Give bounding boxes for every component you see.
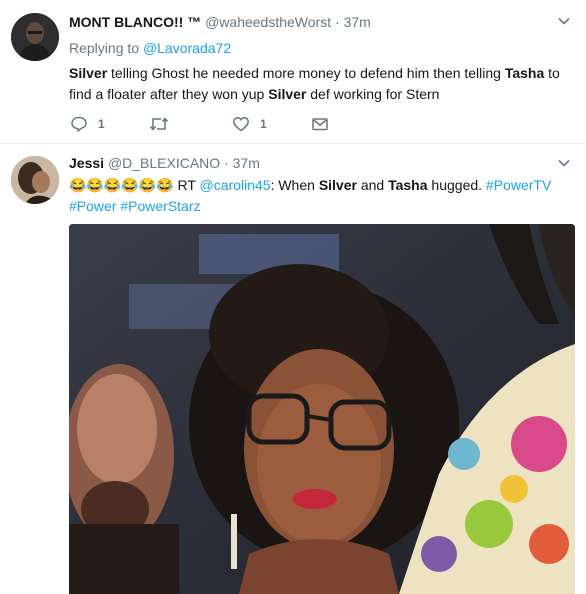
replying-label: Replying to (69, 40, 140, 56)
reply-icon (71, 116, 87, 132)
keyword-highlight: Silver (69, 65, 108, 81)
tweet-text: 😂😂😂😂😂😂 RT @carolin45: When Silver and Ta… (69, 175, 569, 217)
reply-button[interactable]: 1 (70, 114, 105, 134)
replying-mention[interactable]: @Lavorada72 (143, 40, 231, 56)
hashtag-link[interactable]: #PowerTV (486, 177, 551, 193)
user-handle[interactable]: @D_BLEXICANO (108, 155, 220, 171)
hashtag-link[interactable]: #PowerStarz (120, 198, 200, 214)
retweet-icon (149, 117, 169, 131)
text-segment: RT (173, 177, 200, 193)
display-name[interactable]: Jessi (69, 155, 104, 171)
separator-dot: · (335, 14, 340, 30)
chevron-down-icon[interactable] (557, 156, 571, 170)
tweet-text: Silver telling Ghost he needed more mone… (69, 63, 569, 105)
keyword-highlight: Tasha (504, 65, 545, 81)
tweet[interactable]: MONT BLANCO!! ™ @waheedstheWorst · 37m R… (0, 0, 586, 144)
user-handle[interactable]: @waheedstheWorst (205, 14, 331, 30)
envelope-icon (312, 118, 328, 131)
media-image (69, 224, 575, 594)
tweet[interactable]: Jessi @D_BLEXICANO · 37m 😂😂😂😂😂😂 RT @caro… (0, 144, 586, 594)
tweet-media-gif[interactable] (69, 224, 575, 594)
avatar[interactable] (11, 156, 59, 204)
replying-to: Replying to @Lavorada72 (69, 40, 231, 56)
reply-count: 1 (98, 117, 105, 131)
like-button[interactable]: 1 (232, 114, 267, 134)
avatar[interactable] (11, 13, 59, 61)
timestamp[interactable]: 37m (233, 155, 260, 171)
tweet-header: Jessi @D_BLEXICANO · 37m (69, 154, 562, 172)
display-name[interactable]: MONT BLANCO!! ™ (69, 14, 201, 30)
timestamp[interactable]: 37m (344, 14, 371, 30)
tweet-header: MONT BLANCO!! ™ @waheedstheWorst · 37m (69, 13, 562, 31)
keyword-highlight: Tasha (388, 177, 428, 193)
text-segment: : When (270, 177, 319, 193)
laughing-emoji-icons: 😂😂😂😂😂😂 (69, 177, 174, 193)
text-segment: telling Ghost he needed more money to de… (107, 65, 505, 81)
heart-icon (233, 117, 249, 132)
chevron-down-icon[interactable] (557, 14, 571, 28)
direct-message-button[interactable] (311, 114, 329, 134)
avatar-image (11, 13, 59, 61)
text-segment: hugged. (427, 177, 486, 193)
text-segment: and (356, 177, 389, 193)
mention-link[interactable]: @carolin45 (200, 177, 271, 193)
separator-dot: · (224, 155, 229, 171)
hashtag-link[interactable]: #Power (69, 198, 116, 214)
retweet-button[interactable] (149, 114, 179, 134)
text-segment: def working for Stern (306, 86, 440, 102)
like-count: 1 (260, 117, 267, 131)
avatar-image (11, 156, 59, 204)
tweet-actions: 1 1 (70, 114, 370, 134)
keyword-highlight: Silver (318, 177, 357, 193)
keyword-highlight: Silver (268, 86, 307, 102)
